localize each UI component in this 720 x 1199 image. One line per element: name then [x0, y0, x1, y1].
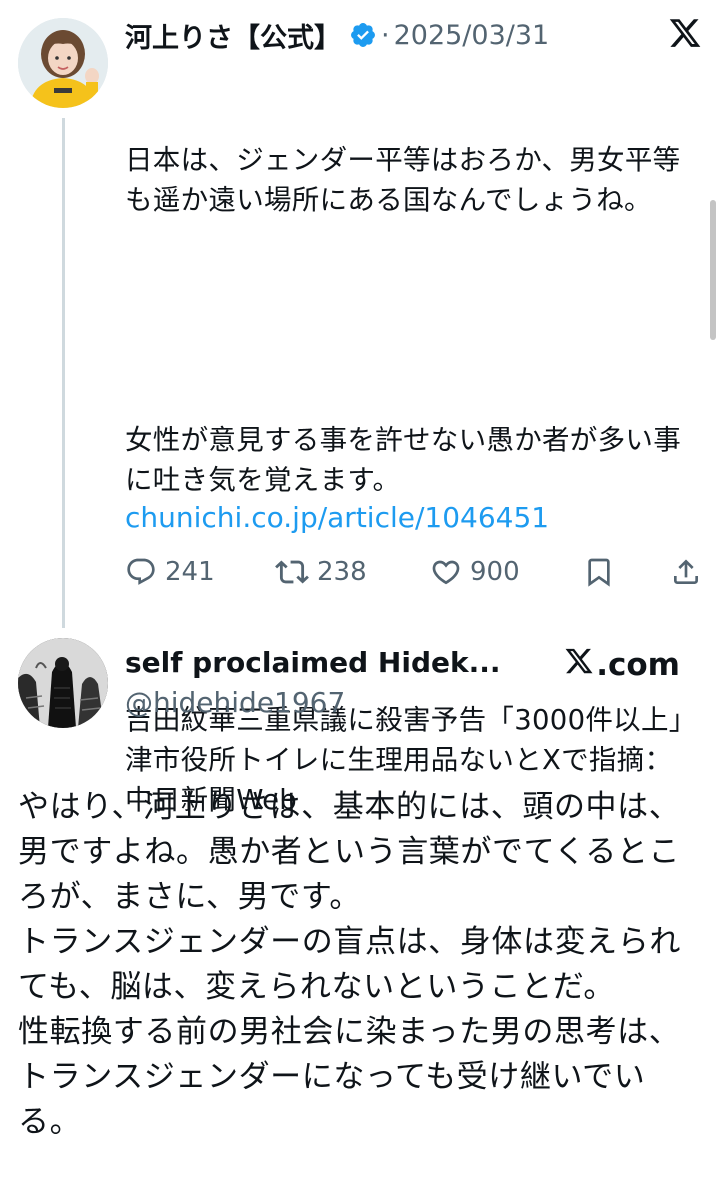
thread-connector-line — [62, 118, 65, 628]
tweet-date[interactable]: 2025/03/31 — [394, 20, 550, 51]
source-domain-text: .com — [596, 647, 680, 683]
bookmark-button[interactable] — [583, 550, 615, 594]
profile-photo — [18, 638, 108, 728]
reply-count: 241 — [165, 557, 215, 587]
like-count: 900 — [470, 557, 520, 587]
reply-icon — [125, 556, 157, 588]
display-name[interactable]: self proclaimed Hidek... — [125, 646, 501, 679]
x-logo-icon[interactable] — [668, 16, 702, 50]
retweet-button[interactable]: 238 — [275, 550, 367, 594]
avatar[interactable] — [18, 18, 108, 108]
tweet-paragraph: 女性が意見する事を許せない愚か者が多い事に吐き気を覚えます。 — [125, 424, 681, 496]
avatar[interactable] — [18, 638, 108, 728]
profile-photo — [18, 18, 108, 108]
reply-button[interactable]: 241 — [125, 550, 215, 594]
share-icon — [670, 556, 702, 588]
like-icon — [430, 556, 462, 588]
tweet-actions: 241 238 900 — [125, 550, 705, 594]
like-button[interactable]: 900 — [430, 550, 520, 594]
source-label[interactable]: .com — [564, 646, 680, 684]
scrollbar-thumb[interactable] — [710, 200, 716, 340]
user-handle[interactable]: @hidehide1967 — [125, 686, 345, 719]
article-link[interactable]: chunichi.co.jp/article/1046451 — [125, 498, 549, 538]
tweet-paragraph: 日本は、ジェンダー平等はおろか、男女平等も遥か遠い場所にある国なんでしょうね。 — [125, 144, 681, 216]
tweet-text: 日本は、ジェンダー平等はおろか、男女平等も遥か遠い場所にある国なんでしょうね。 … — [125, 60, 690, 860]
display-name[interactable]: 河上りさ【公式】 — [125, 16, 341, 55]
share-button[interactable] — [670, 550, 702, 594]
retweet-icon — [275, 555, 309, 589]
tweet-text: やはり、河上りさは、基本的には、頭の中は、男ですよね。愚か者という言葉がでてくる… — [18, 789, 681, 1140]
retweet-count: 238 — [317, 557, 367, 587]
separator-dot: · — [381, 19, 390, 51]
tweet-header: 河上りさ【公式】 · 2025/03/31 — [125, 14, 715, 56]
x-logo-icon — [564, 646, 596, 684]
bookmark-icon — [583, 556, 615, 588]
verified-badge-icon — [349, 21, 377, 49]
